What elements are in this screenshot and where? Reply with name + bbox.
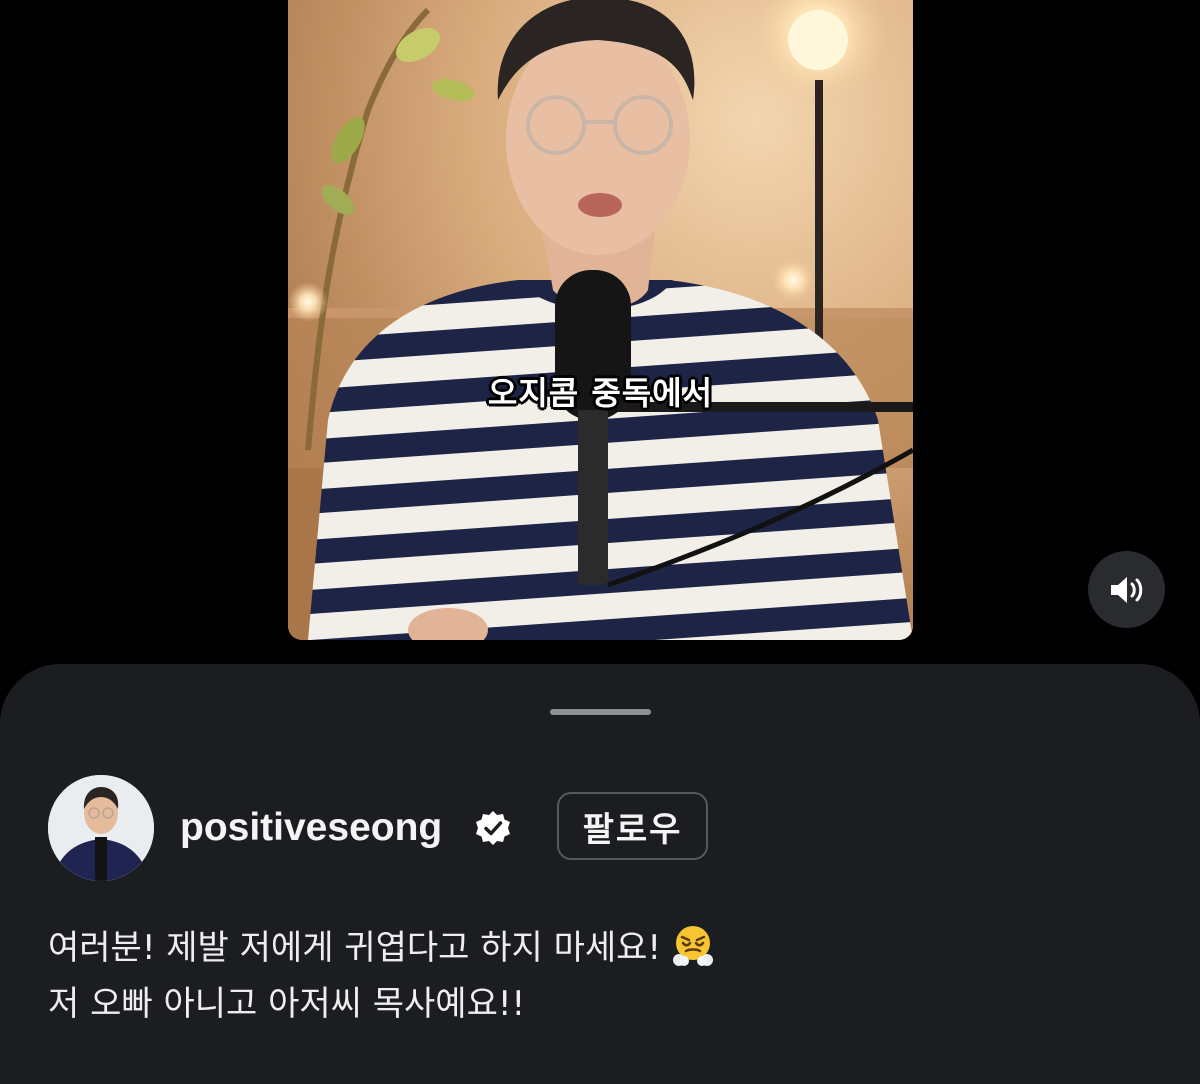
avatar[interactable] [48, 775, 154, 881]
caption-text: 저 오빠 아니고 아저씨 목사예요!! [48, 984, 526, 1024]
caption-line: 여러분! 제발 저에게 귀엽다고 하지 마세요! [48, 920, 1148, 976]
sheet-drag-handle[interactable] [550, 709, 651, 715]
avatar-image [48, 775, 154, 881]
caption-text: 여러분! 제발 저에게 귀엽다고 하지 마세요! [48, 928, 662, 968]
verified-badge-icon [476, 811, 510, 845]
post-caption: 여러분! 제발 저에게 귀엽다고 하지 마세요! 저 오빠 아니고 아저씨 목사… [48, 920, 1148, 1032]
face-with-steam-icon [673, 926, 714, 966]
post-info-sheet: positiveseong 팔로우 여러분! 제발 저에게 귀엽다고 하지 마세… [0, 664, 1200, 1084]
video-player[interactable]: 오지콤 중독에서 [288, 0, 913, 640]
video-subtitle: 오지콤 중독에서 [487, 374, 714, 412]
follow-button[interactable]: 팔로우 [557, 792, 708, 860]
sound-toggle-button[interactable] [1088, 551, 1165, 628]
username[interactable]: positiveseong [180, 804, 442, 852]
speaker-on-icon [1110, 576, 1142, 603]
video-frame-image [288, 0, 913, 640]
